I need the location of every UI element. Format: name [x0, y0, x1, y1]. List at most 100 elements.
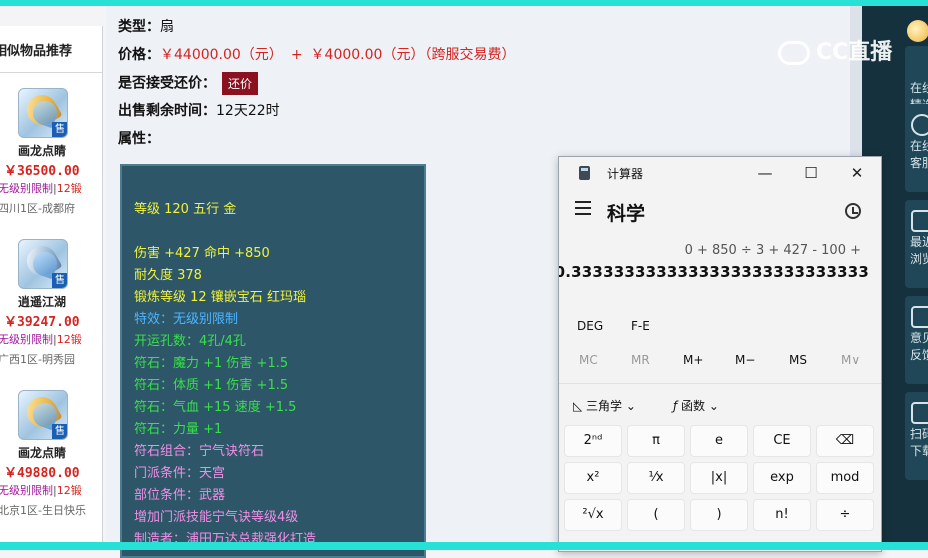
ms-button[interactable]: MS	[789, 353, 807, 367]
pi-button[interactable]: π	[627, 425, 685, 457]
sqrt-button[interactable]: ²√x	[564, 499, 622, 531]
attr-durability: 耐久度 378	[134, 268, 202, 283]
m-plus-button[interactable]: M+	[683, 353, 703, 367]
reciprocal-button[interactable]: ¹⁄x	[627, 462, 685, 494]
trig-dropdown[interactable]: ◺ 三角学 ⌄	[573, 397, 636, 414]
exp-button[interactable]: exp	[753, 462, 811, 494]
calculator-separator	[559, 383, 881, 384]
attr-forge: 锻炼等级 12 镶嵌宝石 红玛瑙	[134, 290, 306, 305]
side-panel-label: 在线 客服	[910, 139, 928, 170]
time-row: 出售剩余时间：12天22时	[118, 103, 280, 119]
history-icon[interactable]	[845, 203, 861, 219]
second-button[interactable]: 2ⁿᵈ	[564, 425, 622, 457]
function-icon: ƒ	[673, 399, 682, 413]
mc-button[interactable]: MC	[579, 353, 598, 367]
factorial-button[interactable]: n!	[753, 499, 811, 531]
qr-icon	[911, 402, 928, 424]
price-fee: ￥4000.00（元）（跨服交易费）	[310, 47, 516, 63]
maximize-button[interactable]: ☐	[795, 161, 827, 185]
minimize-button[interactable]: —	[749, 161, 781, 185]
divide-button[interactable]: ÷	[816, 499, 874, 531]
attr-rune-4: 符石：力量 +1	[134, 422, 223, 437]
rec-item-price: ￥36500.00	[4, 164, 80, 179]
rec-item-2[interactable]: 售 逍遥江湖 ￥39247.00 无级别限制|12锻 广西1区-明秀园	[0, 239, 102, 379]
rec-item-tags: 无级别限制|12锻	[0, 484, 82, 497]
backspace-button[interactable]: ⌫	[816, 425, 874, 457]
sidebar-title: 相似物品推荐	[0, 44, 73, 59]
attr-level: 等级 120 五行 金	[134, 202, 237, 217]
square-button[interactable]: x²	[564, 462, 622, 494]
calculator-app-icon	[579, 166, 590, 180]
chevron-down-icon: ⌄	[705, 399, 719, 413]
bargain-row: 是否接受还价： 还价	[118, 72, 259, 95]
mr-button[interactable]: MR	[631, 353, 650, 367]
attr-rune-1: 符石：魔力 +1 伤害 +1.5	[134, 356, 289, 371]
type-row: 类型：扇	[118, 19, 174, 35]
edit-icon	[911, 306, 928, 328]
side-panel-label: 意见 反馈	[910, 331, 928, 362]
rec-item-name[interactable]: 画龙点睛	[0, 142, 84, 159]
calculator-window: 计算器 — ☐ ✕ 科学 0 + 850 ÷ 3 + 427 - 100 + 6…	[558, 156, 882, 552]
rec-item-price: ￥39247.00	[4, 315, 80, 330]
memory-list-button[interactable]: M∨	[841, 353, 860, 367]
side-panel-service[interactable]: 在线 客服	[905, 104, 928, 192]
rec-item-name[interactable]: 画龙点睛	[0, 444, 84, 461]
sale-badge: 售	[52, 424, 67, 439]
open-paren-button[interactable]: (	[627, 499, 685, 531]
abs-button[interactable]: |x|	[690, 462, 748, 494]
close-paren-button[interactable]: )	[690, 499, 748, 531]
function-dropdown[interactable]: ƒ 函数 ⌄	[673, 397, 719, 414]
headset-icon	[911, 114, 928, 136]
rec-item-1[interactable]: 售 画龙点睛 ￥36500.00 无级别限制|12锻 四川1区-成都府	[0, 88, 102, 228]
close-button[interactable]: ✕	[841, 161, 873, 185]
side-panel-feedback[interactable]: 意见 反馈	[905, 296, 928, 384]
rec-item-name[interactable]: 逍遥江湖	[0, 293, 84, 310]
attr-slots: 开运孔数：4孔/4孔	[134, 334, 246, 349]
attr-combo: 符石组合：宁气诀符石	[134, 444, 265, 459]
cc-logo-icon	[778, 41, 810, 65]
attr-bonus: 增加门派技能宁气诀等级4级	[134, 510, 299, 525]
calculator-titlebar[interactable]: 计算器 — ☐ ✕	[559, 157, 881, 189]
triangle-ruler-icon: ◺	[573, 399, 587, 413]
bargain-button[interactable]: 还价	[222, 72, 259, 95]
price-value: ￥44000.00（元）	[160, 47, 283, 63]
attributes-panel: 等级 120 五行 金 伤害 +427 命中 +850 耐久度 378 锻炼等级…	[120, 164, 426, 558]
side-panel-label: 最近 浏览	[910, 235, 928, 266]
attr-damage: 伤害 +427 命中 +850	[134, 246, 270, 261]
rec-item-server: 四川1区-成都府	[0, 202, 75, 215]
price-row: 价格：￥44000.00（元） + ￥4000.00（元）（跨服交易费）	[118, 47, 516, 63]
fan-item-icon[interactable]: 售	[18, 88, 68, 138]
attr-sect: 门派条件：天宫	[134, 466, 226, 481]
calculator-mode: 科学	[607, 203, 646, 225]
avatar[interactable]	[907, 20, 928, 42]
chevron-down-icon: ⌄	[622, 399, 636, 413]
sidebar-divider	[0, 72, 102, 73]
attr-rune-2: 符石：体质 +1 伤害 +1.5	[134, 378, 289, 393]
mod-button[interactable]: mod	[816, 462, 874, 494]
ce-button[interactable]: CE	[753, 425, 811, 457]
attr-part: 部位条件：武器	[134, 488, 226, 503]
rec-item-tags: 无级别限制|12锻	[0, 182, 82, 195]
attr-special: 特效：无级别限制	[134, 312, 239, 327]
fan-item-icon[interactable]: 售	[18, 239, 68, 289]
side-panel-download[interactable]: 扫码 下载	[905, 392, 928, 480]
clock-icon	[911, 210, 928, 232]
similar-items-sidebar: 相似物品推荐 售 画龙点睛 ￥36500.00 无级别限制|12锻 四川1区-成…	[0, 26, 103, 550]
e-button[interactable]: e	[690, 425, 748, 457]
side-panel-recent[interactable]: 最近 浏览	[905, 200, 928, 288]
fan-item-icon[interactable]: 售	[18, 390, 68, 440]
window-title: 计算器	[607, 167, 644, 181]
angle-unit-button[interactable]: DEG	[577, 319, 603, 333]
rec-item-server: 广西1区-明秀园	[0, 353, 75, 366]
menu-icon[interactable]	[575, 201, 591, 215]
rec-item-3[interactable]: 售 画龙点睛 ￥49880.00 无级别限制|12锻 北京1区-生日快乐	[0, 390, 102, 530]
fe-button[interactable]: F-E	[631, 319, 650, 333]
cc-live-watermark: CC直播	[778, 34, 892, 66]
m-minus-button[interactable]: M−	[735, 353, 755, 367]
calculator-expression: 0 + 850 ÷ 3 + 427 - 100 +	[684, 243, 861, 258]
attr-row: 属性：	[118, 131, 160, 147]
side-panel-label: 扫码 下载	[910, 427, 928, 458]
bottom-frame-bar	[0, 542, 928, 550]
rec-item-server: 北京1区-生日快乐	[0, 504, 86, 517]
rec-item-price: ￥49880.00	[4, 466, 80, 481]
